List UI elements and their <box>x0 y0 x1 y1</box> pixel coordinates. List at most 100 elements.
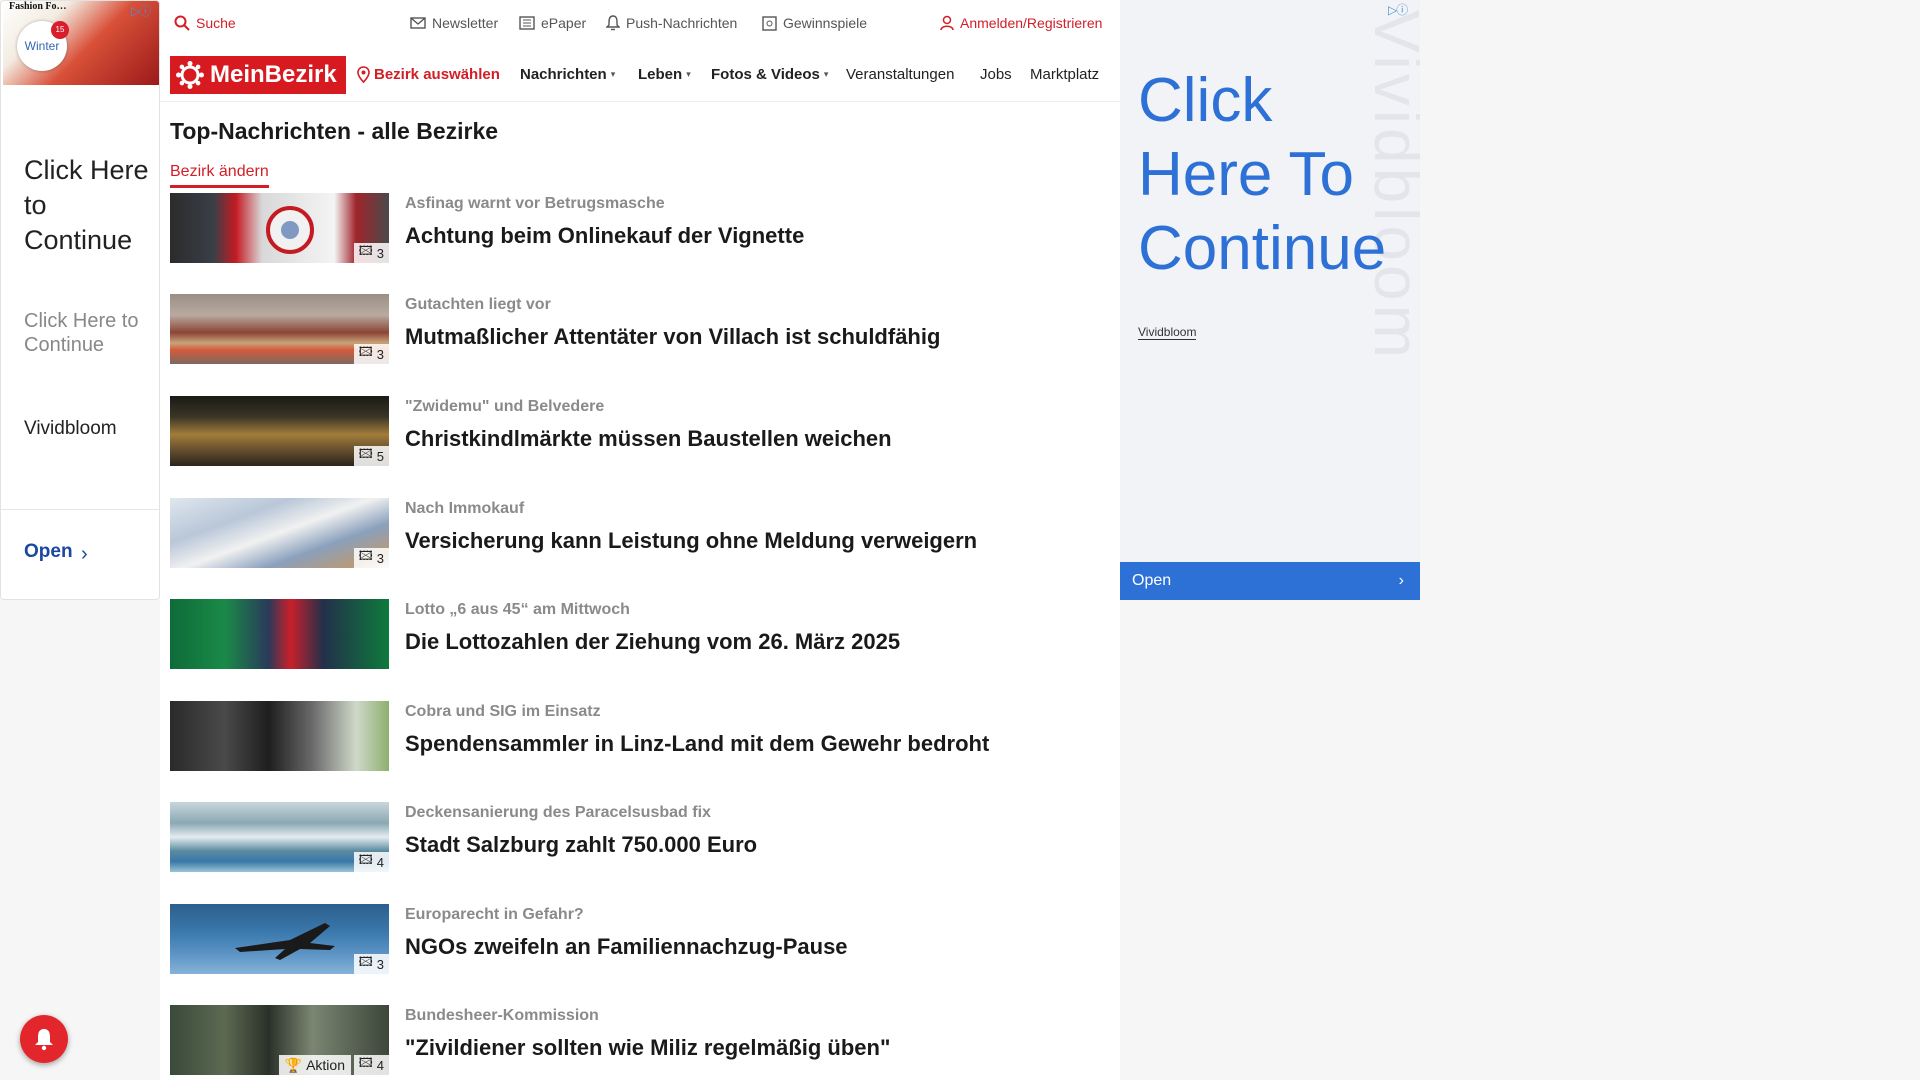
ad-sponsor[interactable]: Vividbloom <box>1138 325 1197 340</box>
article-title[interactable]: Versicherung kann Leistung ohne Meldung … <box>405 528 977 554</box>
article-item[interactable]: Lotto „6 aus 45“ am Mittwoch Die Lottoza… <box>170 599 1100 671</box>
ad-sponsor: Vividbloom <box>24 418 117 439</box>
article-image[interactable] <box>170 701 389 771</box>
nav-jobs-label: Jobs <box>980 66 1012 83</box>
article-kicker: Bundesheer-Kommission <box>405 1007 599 1024</box>
newsletter-link[interactable]: Newsletter <box>410 15 498 31</box>
article-title[interactable]: Spendensammler in Linz-Land mit dem Gewe… <box>405 731 989 757</box>
photo-count: 3 <box>376 245 384 261</box>
article-image[interactable]: 🖾 3 <box>170 904 389 974</box>
change-district-link[interactable]: Bezirk ändern <box>170 163 269 188</box>
adchoices-icon[interactable]: ▷ⓘ <box>131 2 159 18</box>
chevron-right-icon: › <box>1398 572 1404 589</box>
trophy-icon: 🏆 <box>284 1056 303 1073</box>
nav-leben-label: Leben <box>638 66 683 83</box>
airplane-icon <box>235 923 335 960</box>
envelope-icon <box>410 17 426 29</box>
photo-count-badge: 🖾 3 <box>353 548 389 568</box>
bell-icon <box>606 15 620 31</box>
ad-open-button[interactable]: Open <box>24 541 73 563</box>
meinbezirk-logo[interactable]: MeinBezirk <box>170 56 346 94</box>
article-item[interactable]: 🖾 3 Europarecht in Gefahr? NGOs zweifeln … <box>170 904 1100 976</box>
article-kicker: Gutachten liegt vor <box>405 296 551 313</box>
epaper-label: ePaper <box>541 15 587 31</box>
nav-marktplatz[interactable]: Marktplatz <box>1030 66 1116 83</box>
location-pin-icon <box>357 66 370 83</box>
photo-count: 3 <box>376 956 384 972</box>
photo-count: 3 <box>376 346 384 362</box>
push-notifications-link[interactable]: Push-Nachrichten <box>606 15 737 31</box>
images-icon: 🖾 <box>358 1055 373 1070</box>
photo-count-badge: 🖾 4 <box>353 852 389 872</box>
article-title[interactable]: Achtung beim Onlinekauf der Vignette <box>405 223 804 249</box>
nav-veranstaltungen[interactable]: Veranstaltungen <box>846 66 954 83</box>
adchoices-icon[interactable]: ▷ⓘ <box>1388 1 1416 17</box>
nav-fotos-videos[interactable]: Fotos & Videos ▾ <box>711 66 828 83</box>
right-ad-banner[interactable]: Vividbloom ▷ⓘ Click Here To Continue Viv… <box>1120 0 1420 600</box>
gewinnspiele-link[interactable]: Gewinnspiele <box>762 15 867 31</box>
search-link[interactable]: Suche <box>174 15 236 31</box>
article-title[interactable]: Die Lottozahlen der Ziehung vom 26. März… <box>405 629 900 655</box>
chevron-right-icon[interactable]: › <box>81 543 88 566</box>
nav-nachrichten[interactable]: Nachrichten ▾ <box>520 66 615 83</box>
main-navbar: MeinBezirk Bezirk auswählen Nachrichten ▾… <box>160 47 1120 102</box>
main-content: Suche Newsletter ePaper Push-Nachrichten… <box>160 0 1120 1080</box>
article-kicker: Asfinag warnt vor Betrugsmasche <box>405 195 665 212</box>
article-kicker: Cobra und SIG im Einsatz <box>405 703 601 720</box>
article-image[interactable]: 🖾 4 <box>170 802 389 872</box>
search-icon <box>174 15 190 31</box>
article-item[interactable]: Cobra und SIG im Einsatz Spendensammler … <box>170 701 1100 773</box>
article-title[interactable]: Stadt Salzburg zahlt 750.000 Euro <box>405 832 757 858</box>
article-title[interactable]: NGOs zweifeln an Familiennachzug-Pause <box>405 934 848 960</box>
article-item[interactable]: 🖾 4 Deckensanierung des Paracelsusbad fix… <box>170 802 1100 874</box>
article-image[interactable]: 🖾 5 <box>170 396 389 466</box>
article-title[interactable]: Mutmaßlicher Attentäter von Villach ist … <box>405 324 940 350</box>
page-title: Top-Nachrichten - alle Bezirke <box>170 118 499 144</box>
article-image[interactable]: 🖾 3 <box>170 498 389 568</box>
article-item[interactable]: 🖾 3 Gutachten liegt vor Mutmaßlicher Atte… <box>170 294 1100 366</box>
select-district-button[interactable]: Bezirk auswählen <box>357 66 500 83</box>
article-item[interactable]: 🖾 5 "Zwidemu" und Belvedere Christkindlmä… <box>170 396 1100 468</box>
photo-count: 4 <box>376 1057 384 1073</box>
user-icon <box>940 15 954 31</box>
epaper-link[interactable]: ePaper <box>519 15 586 31</box>
aktion-badge: 🏆 Aktion <box>278 1055 351 1075</box>
article-item[interactable]: 🖾 3 Nach Immokauf Versicherung kann Leist… <box>170 498 1100 570</box>
article-title[interactable]: Christkindlmärkte müssen Baustellen weic… <box>405 426 892 452</box>
logo-text: MeinBezirk <box>210 61 337 88</box>
chevron-down-icon: ▾ <box>823 69 829 79</box>
article-image[interactable]: 🖾 3 <box>170 193 389 263</box>
notification-bell-button[interactable] <box>20 1015 68 1063</box>
nav-leben[interactable]: Leben ▾ <box>638 66 691 83</box>
ad-open-button[interactable]: Open › <box>1120 562 1420 600</box>
images-icon: 🖾 <box>358 852 373 867</box>
login-label: Anmelden/Registrieren <box>960 15 1103 31</box>
push-label: Push-Nachrichten <box>626 15 738 31</box>
logo-sun-icon <box>176 61 204 89</box>
ad-subline[interactable]: Click Here to Continue <box>24 309 144 357</box>
ad-divider <box>1 509 159 510</box>
article-item[interactable]: 🏆 Aktion 🖾 4 Bundesheer-Kommission "Zivild… <box>170 1005 1100 1077</box>
article-kicker: Deckensanierung des Paracelsusbad fix <box>405 804 711 821</box>
images-icon: 🖾 <box>358 954 373 969</box>
article-title[interactable]: "Zivildiener sollten wie Miliz regelmäßi… <box>405 1035 890 1061</box>
photo-count-badge: 🖾 5 <box>353 446 389 466</box>
article-image[interactable] <box>170 599 389 669</box>
images-icon: 🖾 <box>358 548 373 563</box>
chevron-down-icon: ▾ <box>610 69 616 79</box>
nav-fotos-videos-label: Fotos & Videos <box>711 66 820 83</box>
ad-headline[interactable]: Click Here To Continue <box>1138 64 1418 286</box>
nav-jobs[interactable]: Jobs <box>980 66 1012 83</box>
photo-count-badge: 🖾 3 <box>353 243 389 263</box>
article-item[interactable]: 🖾 3 Asfinag warnt vor Betrugsmasche Achtu… <box>170 193 1100 265</box>
article-kicker: "Zwidemu" und Belvedere <box>405 398 605 415</box>
login-link[interactable]: Anmelden/Registrieren <box>940 15 1102 31</box>
ad-headline[interactable]: Click Here to Continue <box>24 153 154 258</box>
photo-count: 5 <box>376 448 384 464</box>
article-image[interactable]: 🏆 Aktion 🖾 4 <box>170 1005 389 1075</box>
utility-bar: Suche Newsletter ePaper Push-Nachrichten… <box>160 0 1120 47</box>
nav-marktplatz-label: Marktplatz <box>1030 66 1100 83</box>
left-ad-banner[interactable]: Fashion Fo… Winter 15 ▷ⓘ Click Here to C… <box>0 0 160 600</box>
article-image[interactable]: 🖾 3 <box>170 294 389 364</box>
bell-icon <box>35 1029 53 1051</box>
